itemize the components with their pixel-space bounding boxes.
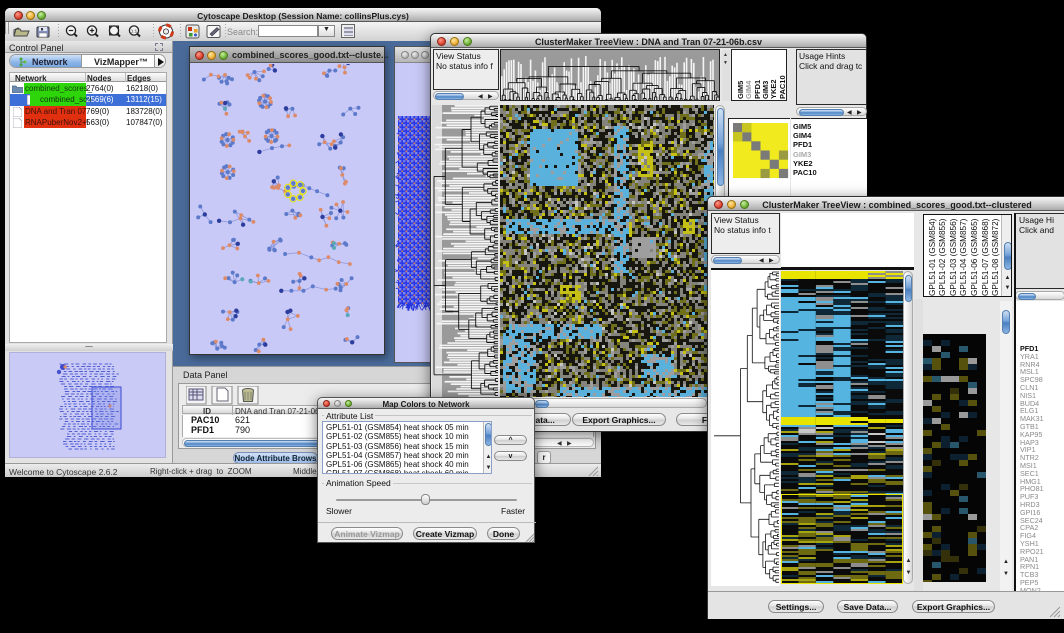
svg-text:1:1: 1:1 <box>131 29 138 34</box>
